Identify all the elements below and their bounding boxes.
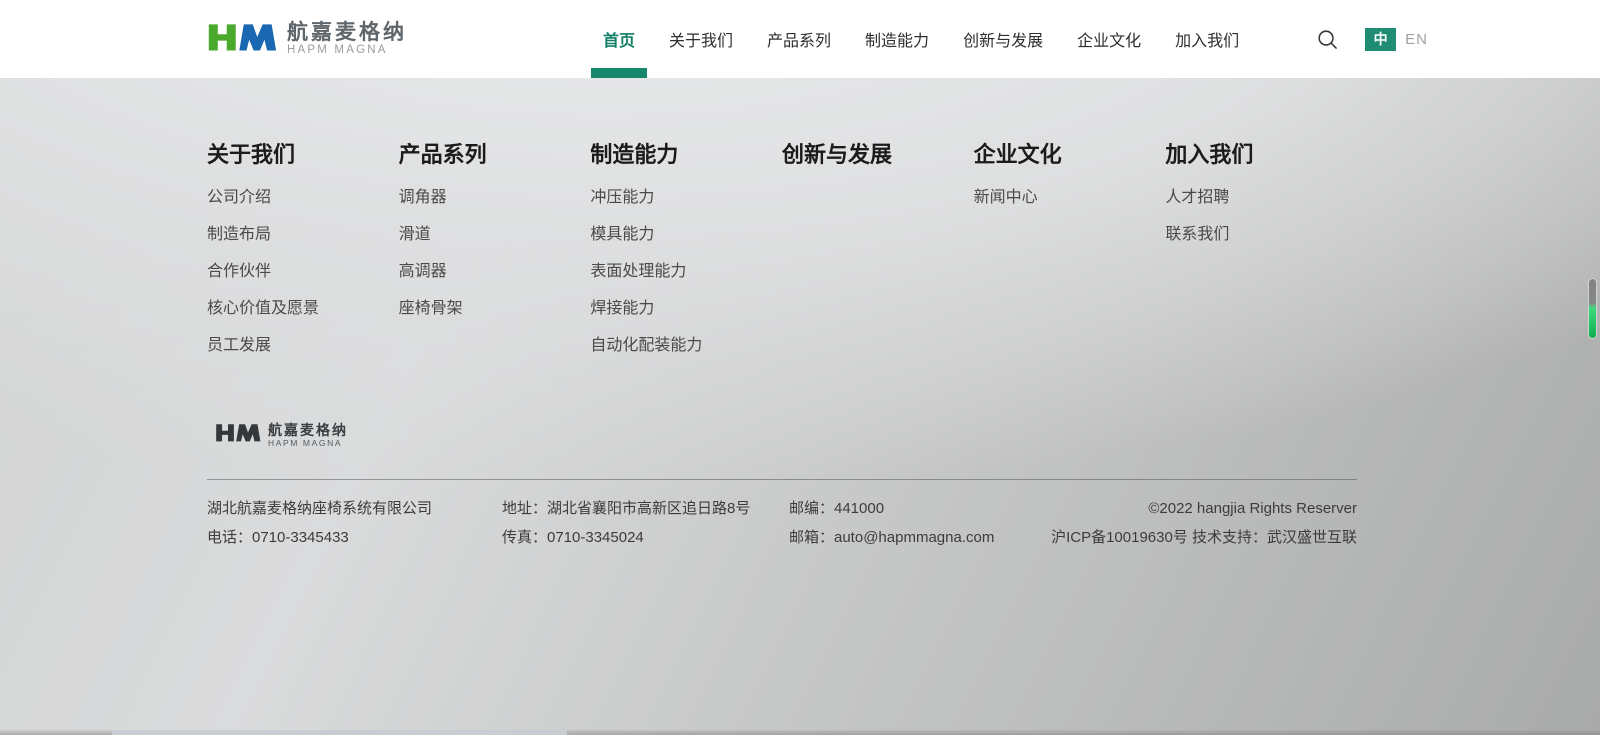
company-fax: 传真：0710-3345024 <box>502 523 789 552</box>
company-postcode: 邮编：441000 <box>789 494 994 523</box>
footer-column-innovation: 创新与发展 <box>782 140 974 375</box>
footer-link[interactable]: 合作伙伴 <box>207 264 399 280</box>
brand-logo-text: 航嘉麦格纳 HAPM MAGNA <box>287 21 407 58</box>
contact-mail-block: 邮编：441000 邮箱：auto@hapmmagna.com <box>789 494 994 552</box>
nav-item-manufacturing[interactable]: 制造能力 <box>865 0 929 78</box>
footer-link[interactable]: 高调器 <box>399 264 591 280</box>
nav-item-join-label: 加入我们 <box>1175 27 1239 51</box>
footer-link[interactable]: 员工发展 <box>207 338 399 354</box>
footer-link[interactable]: 滑道 <box>399 227 591 243</box>
nav-item-culture-label: 企业文化 <box>1077 27 1141 51</box>
horizontal-scrollbar-track <box>0 730 1600 735</box>
brand-logo-icon <box>207 18 277 61</box>
footer-link[interactable]: 自动化配装能力 <box>590 338 782 354</box>
nav-item-about[interactable]: 关于我们 <box>669 0 733 78</box>
nav-item-innovation[interactable]: 创新与发展 <box>963 0 1043 78</box>
footer-link[interactable]: 焊接能力 <box>590 301 782 317</box>
nav-item-products[interactable]: 产品系列 <box>767 0 831 78</box>
footer-column-culture: 企业文化 新闻中心 <box>974 140 1166 375</box>
footer-column-join: 加入我们 人才招聘 联系我们 <box>1165 140 1357 375</box>
footer-link[interactable]: 公司介绍 <box>207 190 399 206</box>
brand-name-cn: 航嘉麦格纳 <box>287 21 407 44</box>
footer-column-about: 关于我们 公司介绍 制造布局 合作伙伴 核心价值及愿景 员工发展 <box>207 140 399 375</box>
main-nav: 首页 关于我们 产品系列 制造能力 创新与发展 企业文化 加入我们 <box>603 0 1273 78</box>
active-tab-underline <box>591 68 647 78</box>
contact-address-block: 地址：湖北省襄阳市高新区追日路8号 传真：0710-3345024 <box>502 494 789 552</box>
footer-column-title[interactable]: 制造能力 <box>590 140 782 170</box>
brand-name-en: HAPM MAGNA <box>287 44 407 58</box>
footer-column-title[interactable]: 企业文化 <box>974 140 1166 170</box>
site-header: 航嘉麦格纳 HAPM MAGNA 首页 关于我们 产品系列 制造能力 创新与发展 <box>0 0 1600 78</box>
footer-link[interactable]: 模具能力 <box>590 227 782 243</box>
footer-brand-name-cn: 航嘉麦格纳 <box>268 422 348 438</box>
company-phone: 电话：0710-3345433 <box>207 523 502 552</box>
nav-item-home[interactable]: 首页 <box>603 0 635 78</box>
footer-column-manufacturing: 制造能力 冲压能力 模具能力 表面处理能力 焊接能力 自动化配装能力 <box>590 140 782 375</box>
company-address: 地址：湖北省襄阳市高新区追日路8号 <box>502 494 789 523</box>
nav-item-culture[interactable]: 企业文化 <box>1077 0 1141 78</box>
page: 航嘉麦格纳 HAPM MAGNA 首页 关于我们 产品系列 制造能力 创新与发展 <box>0 0 1600 735</box>
nav-item-home-label: 首页 <box>603 27 635 51</box>
footer-link[interactable]: 冲压能力 <box>590 190 782 206</box>
footer-link[interactable]: 联系我们 <box>1165 227 1357 243</box>
footer-brand-name-en: HAPM MAGNA <box>268 438 348 448</box>
nav-item-products-label: 产品系列 <box>767 27 831 51</box>
footer-link[interactable]: 新闻中心 <box>974 190 1166 206</box>
footer-link[interactable]: 人才招聘 <box>1165 190 1357 206</box>
footer-column-title[interactable]: 加入我们 <box>1165 140 1357 170</box>
icp-text[interactable]: 沪ICP备10019630号 技术支持：武汉盛世互联 <box>1051 523 1357 552</box>
footer-link[interactable]: 制造布局 <box>207 227 399 243</box>
footer-column-products: 产品系列 调角器 滑道 高调器 座椅骨架 <box>399 140 591 375</box>
company-name: 湖北航嘉麦格纳座椅系统有限公司 <box>207 494 502 523</box>
header-tools: 中 EN <box>1315 27 1428 51</box>
footer-bottom: 湖北航嘉麦格纳座椅系统有限公司 电话：0710-3345433 地址：湖北省襄阳… <box>207 479 1357 552</box>
footer-column-title[interactable]: 关于我们 <box>207 140 399 170</box>
lang-zh-button[interactable]: 中 <box>1365 28 1396 51</box>
footer-link[interactable]: 调角器 <box>399 190 591 206</box>
contact-company-block: 湖北航嘉麦格纳座椅系统有限公司 电话：0710-3345433 <box>207 494 502 552</box>
footer-column-title[interactable]: 产品系列 <box>399 140 591 170</box>
footer-link[interactable]: 核心价值及愿景 <box>207 301 399 317</box>
footer-logo-icon <box>215 420 261 450</box>
nav-item-join[interactable]: 加入我们 <box>1175 0 1239 78</box>
language-switch: 中 EN <box>1365 28 1428 51</box>
footer-logo-text: 航嘉麦格纳 HAPM MAGNA <box>268 422 348 448</box>
footer-link[interactable]: 表面处理能力 <box>590 264 782 280</box>
footer-column-title[interactable]: 创新与发展 <box>782 140 974 170</box>
footer-logo: 航嘉麦格纳 HAPM MAGNA <box>215 420 348 450</box>
nav-item-about-label: 关于我们 <box>669 27 733 51</box>
footer-nav: 关于我们 公司介绍 制造布局 合作伙伴 核心价值及愿景 员工发展 产品系列 调角… <box>207 140 1357 375</box>
vertical-scroll-indicator[interactable] <box>1588 278 1597 339</box>
footer-link[interactable]: 座椅骨架 <box>399 301 591 317</box>
lang-en-button[interactable]: EN <box>1405 31 1428 48</box>
nav-item-manufacturing-label: 制造能力 <box>865 27 929 51</box>
search-icon[interactable] <box>1315 27 1339 51</box>
horizontal-scrollbar-thumb[interactable] <box>112 730 567 735</box>
legal-block: ©2022 hangjia Rights Reserver 沪ICP备10019… <box>1051 494 1357 552</box>
nav-item-innovation-label: 创新与发展 <box>963 27 1043 51</box>
brand-logo[interactable]: 航嘉麦格纳 HAPM MAGNA <box>207 18 407 61</box>
company-email: 邮箱：auto@hapmmagna.com <box>789 523 994 552</box>
copyright-text: ©2022 hangjia Rights Reserver <box>1051 494 1357 523</box>
